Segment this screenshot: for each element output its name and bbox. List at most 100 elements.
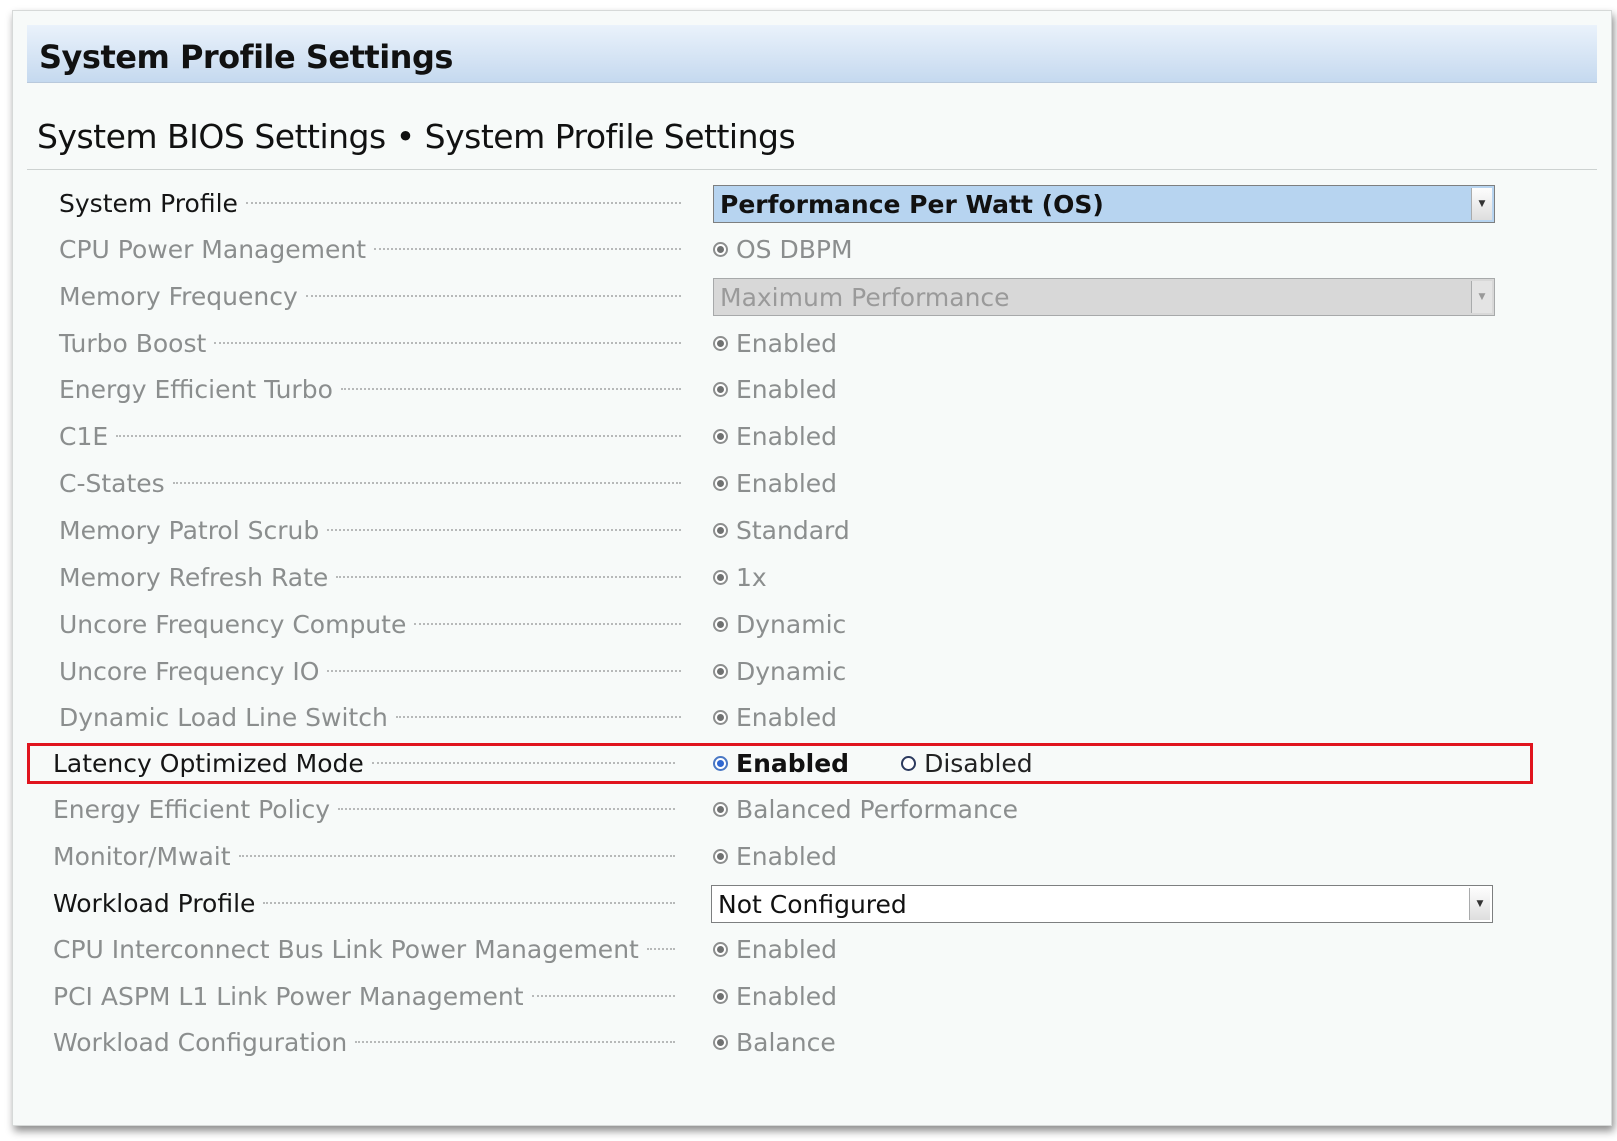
uncore-frequency-io-label: Uncore Frequency IO bbox=[59, 656, 320, 686]
memory-patrol-scrub-label: Memory Patrol Scrub bbox=[59, 515, 320, 545]
radio-selected-icon bbox=[713, 475, 728, 491]
chevron-down-icon[interactable]: ▼ bbox=[1469, 888, 1490, 920]
latency-optimized-mode-radio-group: Enabled Disabled bbox=[713, 743, 1033, 783]
latency-optimized-mode-disabled-label[interactable]: Disabled bbox=[924, 749, 1033, 778]
leader-dots bbox=[305, 295, 681, 297]
breadcrumb-item-system-bios-settings[interactable]: System BIOS Settings bbox=[37, 117, 386, 156]
breadcrumb-item-system-profile-settings: System Profile Settings bbox=[424, 117, 796, 156]
leader-dots bbox=[327, 670, 681, 672]
memory-refresh-rate-label: Memory Refresh Rate bbox=[59, 562, 329, 592]
memory-patrol-scrub-value: Standard bbox=[736, 515, 850, 545]
radio-selected-icon bbox=[713, 663, 728, 679]
row-uncore-frequency-io: Uncore Frequency IO Dynamic bbox=[27, 651, 1597, 691]
cpu-interconnect-bus-link-pm-label: CPU Interconnect Bus Link Power Manageme… bbox=[53, 934, 639, 964]
system-profile-value: Performance Per Watt (OS) bbox=[720, 189, 1104, 219]
workload-configuration-value: Balance bbox=[736, 1027, 836, 1057]
system-profile-select[interactable]: Performance Per Watt (OS) ▼ bbox=[713, 185, 1495, 223]
row-latency-optimized-mode: Latency Optimized Mode Enabled Disabled bbox=[27, 743, 1597, 783]
turbo-boost-label: Turbo Boost bbox=[59, 328, 207, 358]
workload-configuration-radio: Balance bbox=[713, 1022, 836, 1062]
workload-profile-label: Workload Profile bbox=[53, 888, 256, 918]
divider bbox=[27, 169, 1597, 170]
uncore-frequency-io-value: Dynamic bbox=[736, 656, 847, 686]
cpu-interconnect-bus-link-pm-value: Enabled bbox=[736, 934, 838, 964]
leader-dots bbox=[355, 1041, 675, 1043]
leader-dots bbox=[245, 202, 681, 204]
radio-unselected-icon[interactable] bbox=[901, 755, 917, 771]
energy-efficient-turbo-radio: Enabled bbox=[713, 369, 837, 409]
settings-panel: System Profile Settings System BIOS Sett… bbox=[12, 10, 1612, 1126]
dynamic-load-line-switch-radio: Enabled bbox=[713, 697, 837, 737]
energy-efficient-policy-label: Energy Efficient Policy bbox=[53, 794, 331, 824]
leader-dots bbox=[531, 995, 675, 997]
row-energy-efficient-turbo: Energy Efficient Turbo Enabled bbox=[27, 369, 1597, 409]
cpu-interconnect-bus-link-pm-radio: Enabled bbox=[713, 929, 837, 969]
system-profile-label: System Profile bbox=[59, 188, 238, 218]
c-states-label: C-States bbox=[59, 468, 165, 498]
row-memory-refresh-rate: Memory Refresh Rate 1x bbox=[27, 557, 1597, 597]
monitor-mwait-label: Monitor/Mwait bbox=[53, 841, 231, 871]
memory-frequency-label: Memory Frequency bbox=[59, 281, 298, 311]
radio-selected-icon bbox=[713, 522, 728, 538]
radio-selected-icon bbox=[713, 941, 728, 957]
monitor-mwait-radio: Enabled bbox=[713, 836, 837, 876]
row-c1e: C1E Enabled bbox=[27, 416, 1597, 456]
latency-optimized-mode-enabled-option[interactable]: Enabled bbox=[713, 749, 849, 778]
row-memory-frequency: Memory Frequency Maximum Performance ▼ bbox=[27, 276, 1597, 316]
page-title: System Profile Settings bbox=[39, 38, 453, 76]
dynamic-load-line-switch-label: Dynamic Load Line Switch bbox=[59, 702, 388, 732]
leader-dots bbox=[414, 623, 681, 625]
breadcrumb-separator: • bbox=[395, 117, 415, 156]
radio-selected-icon bbox=[713, 616, 728, 632]
pci-aspm-l1-link-pm-radio: Enabled bbox=[713, 976, 837, 1016]
leader-dots bbox=[646, 948, 675, 950]
leader-dots bbox=[374, 248, 681, 250]
leader-dots bbox=[214, 342, 681, 344]
leader-dots bbox=[327, 529, 681, 531]
memory-refresh-rate-radio: 1x bbox=[713, 557, 767, 597]
radio-selected-icon bbox=[713, 848, 728, 864]
radio-selected-icon[interactable] bbox=[713, 755, 728, 771]
cpu-power-management-label: CPU Power Management bbox=[59, 234, 366, 264]
cpu-power-management-value: OS DBPM bbox=[736, 234, 853, 264]
energy-efficient-policy-radio: Balanced Performance bbox=[713, 789, 1018, 829]
leader-dots bbox=[371, 762, 675, 764]
radio-selected-icon bbox=[713, 428, 728, 444]
row-energy-efficient-policy: Energy Efficient Policy Balanced Perform… bbox=[27, 789, 1597, 829]
c1e-label: C1E bbox=[59, 421, 109, 451]
leader-dots bbox=[340, 388, 681, 390]
chevron-down-icon[interactable]: ▼ bbox=[1471, 188, 1492, 220]
energy-efficient-policy-value: Balanced Performance bbox=[736, 794, 1018, 824]
c-states-value: Enabled bbox=[736, 468, 838, 498]
row-dynamic-load-line-switch: Dynamic Load Line Switch Enabled bbox=[27, 697, 1597, 737]
leader-dots bbox=[338, 808, 675, 810]
c1e-value: Enabled bbox=[736, 421, 838, 451]
uncore-frequency-io-radio: Dynamic bbox=[713, 651, 846, 691]
latency-optimized-mode-enabled-label[interactable]: Enabled bbox=[736, 749, 849, 778]
radio-selected-icon bbox=[713, 1034, 728, 1050]
workload-profile-select[interactable]: Not Configured ▼ bbox=[711, 885, 1493, 923]
latency-optimized-mode-disabled-option[interactable]: Disabled bbox=[901, 749, 1033, 778]
latency-optimized-mode-label: Latency Optimized Mode bbox=[53, 748, 364, 778]
row-cpu-interconnect-bus-link-pm: CPU Interconnect Bus Link Power Manageme… bbox=[27, 929, 1597, 969]
energy-efficient-turbo-label: Energy Efficient Turbo bbox=[59, 374, 333, 404]
c-states-radio: Enabled bbox=[713, 463, 837, 503]
breadcrumb: System BIOS Settings • System Profile Sett… bbox=[37, 117, 796, 156]
radio-selected-icon bbox=[713, 569, 728, 585]
uncore-frequency-compute-radio: Dynamic bbox=[713, 604, 846, 644]
workload-profile-value: Not Configured bbox=[718, 889, 907, 919]
pci-aspm-l1-link-pm-value: Enabled bbox=[736, 981, 838, 1011]
radio-selected-icon bbox=[713, 801, 728, 817]
memory-frequency-select: Maximum Performance ▼ bbox=[713, 278, 1495, 316]
chevron-down-icon: ▼ bbox=[1471, 281, 1492, 313]
row-system-profile: System Profile Performance Per Watt (OS)… bbox=[27, 183, 1597, 223]
radio-selected-icon bbox=[713, 988, 728, 1004]
c1e-radio: Enabled bbox=[713, 416, 837, 456]
radio-selected-icon bbox=[713, 709, 728, 725]
memory-frequency-value: Maximum Performance bbox=[720, 282, 1010, 312]
row-monitor-mwait: Monitor/Mwait Enabled bbox=[27, 836, 1597, 876]
row-c-states: C-States Enabled bbox=[27, 463, 1597, 503]
uncore-frequency-compute-label: Uncore Frequency Compute bbox=[59, 609, 407, 639]
radio-selected-icon bbox=[713, 335, 728, 351]
leader-dots bbox=[336, 576, 681, 578]
